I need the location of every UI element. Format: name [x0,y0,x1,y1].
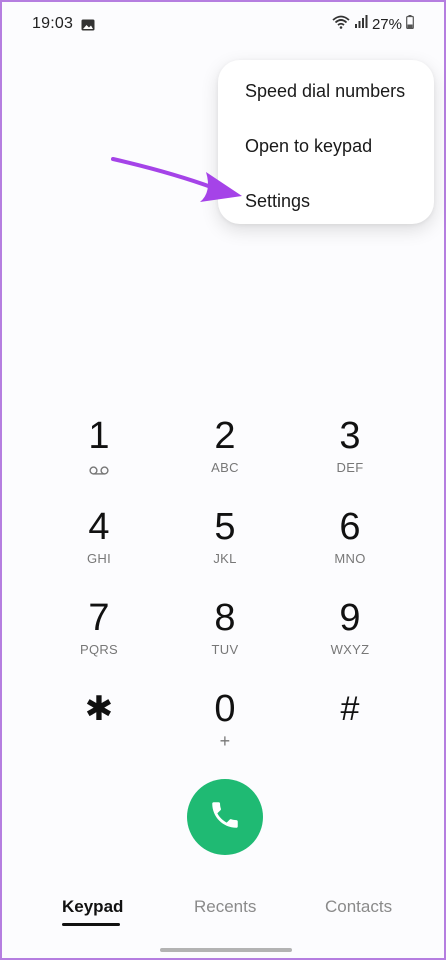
tab-keypad[interactable]: Keypad [62,897,123,917]
key-digit: 0 [214,688,236,730]
key-digit: 2 [214,415,236,457]
key-digit: # [340,690,360,728]
key-hash[interactable]: # [295,687,405,767]
key-letters: JKL [213,551,237,566]
voicemail-icon [89,462,109,480]
key-digit: 9 [339,597,361,639]
key-letters: WXYZ [330,642,370,657]
key-star[interactable]: ✱ [44,687,154,767]
key-letters: GHI [86,551,111,566]
pointer-arrow-icon [111,157,242,202]
battery-percent: 27% [371,15,402,33]
home-indicator[interactable] [160,948,292,952]
menu-item-label: Settings [245,191,311,211]
wifi-icon [332,15,350,34]
call-button[interactable] [187,779,263,855]
key-4[interactable]: 4 GHI [44,505,154,585]
signal-icon [354,15,368,33]
key-9[interactable]: 9 WXYZ [295,596,405,676]
key-0[interactable]: 0 + [170,687,280,767]
key-digit: 4 [88,506,110,548]
key-6[interactable]: 6 MNO [295,505,405,585]
key-digit: 5 [214,506,236,548]
active-tab-indicator [62,923,120,926]
tab-contacts[interactable]: Contacts [325,897,392,917]
menu-item-settings[interactable]: Settings [218,174,434,229]
key-7[interactable]: 7 PQRS [44,596,154,676]
key-5[interactable]: 5 JKL [170,505,280,585]
key-digit: 6 [339,506,361,548]
bottom-tab-bar: Keypad Recents Contacts [2,897,444,927]
key-letters: + [219,731,231,751]
key-8[interactable]: 8 TUV [170,596,280,676]
key-digit: ✱ [84,690,114,728]
menu-item-open-to-keypad[interactable]: Open to keypad [218,119,434,174]
menu-item-label: Open to keypad [245,136,373,156]
status-bar: 19:03 27% [2,2,444,46]
key-letters: ABC [211,460,239,475]
key-2[interactable]: 2 ABC [170,414,280,494]
key-digit: 1 [88,415,110,457]
key-digit: 8 [214,597,236,639]
gallery-icon [81,18,95,31]
battery-icon [406,14,414,34]
key-digit: 3 [339,415,361,457]
menu-item-label: Speed dial numbers [245,81,406,101]
key-letters: DEF [336,460,364,475]
status-icons: 27% [332,14,414,34]
tab-recents[interactable]: Recents [194,897,256,917]
menu-item-speed-dial[interactable]: Speed dial numbers [218,64,434,119]
phone-icon [208,798,242,837]
key-digit: 7 [88,597,110,639]
status-time: 19:03 [32,15,74,32]
overflow-menu: Speed dial numbers Open to keypad Settin… [218,60,434,224]
key-letters: PQRS [79,642,119,657]
key-letters: TUV [211,642,239,657]
key-letters: MNO [334,551,366,566]
key-1[interactable]: 1 [44,414,154,494]
key-3[interactable]: 3 DEF [295,414,405,494]
